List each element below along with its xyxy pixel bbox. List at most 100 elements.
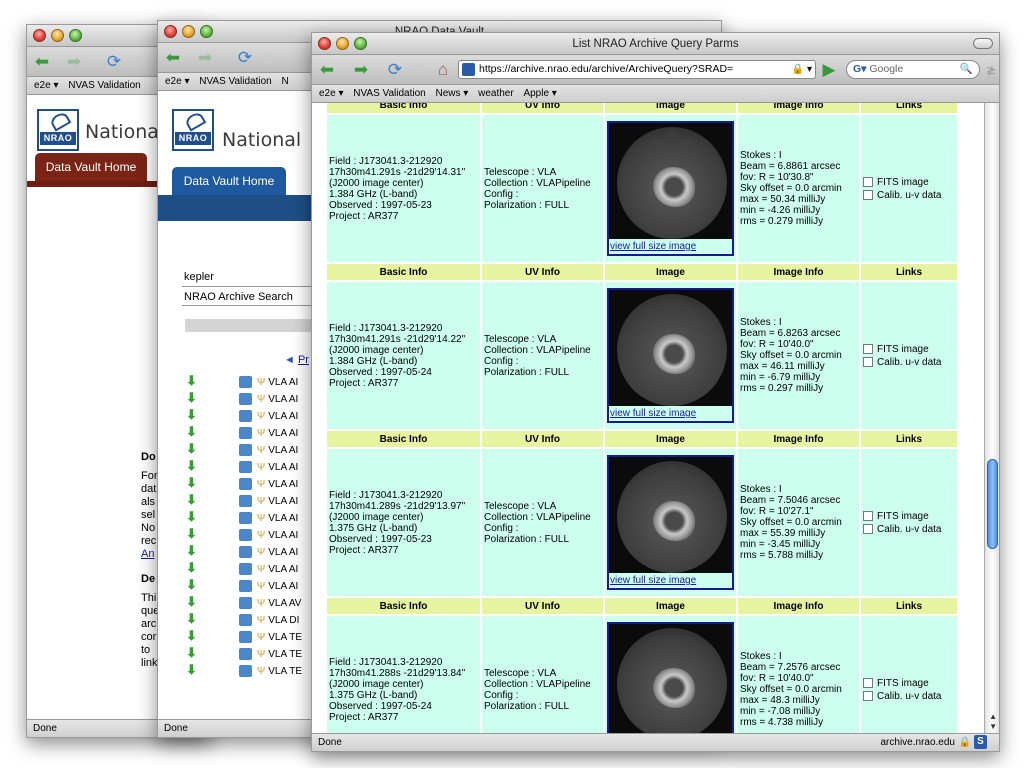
scroll-down-arrow-icon[interactable]: ▼: [989, 722, 997, 731]
calib-uv-option[interactable]: Calib. u-v data: [863, 524, 955, 535]
fits-image-option[interactable]: FITS image: [863, 177, 955, 188]
scrollbar-thumb[interactable]: [987, 459, 998, 549]
address-bar[interactable]: https://archive.nrao.edu/archive/Archive…: [458, 60, 816, 79]
zoom-window-icon[interactable]: [200, 25, 213, 38]
bookmark-news[interactable]: News ▾: [436, 88, 469, 99]
minimize-window-icon[interactable]: [336, 37, 349, 50]
search-box[interactable]: G▾ Google 🔍: [846, 60, 980, 79]
search-type-select[interactable]: NRAO Archive Search: [184, 291, 293, 303]
calib-uv-checkbox[interactable]: [863, 356, 873, 367]
list-item[interactable]: ⬇ Ψ VLA AI: [186, 389, 298, 406]
forward-arrow-icon[interactable]: ➡: [194, 48, 216, 68]
image-info-cell: Stokes : I Beam = 7.5046 arcsec fov: R =…: [738, 449, 859, 596]
list-item[interactable]: ⬇ Ψ VLA AI: [186, 474, 298, 491]
bookmark-e2e[interactable]: e2e ▾: [319, 88, 343, 99]
progress-bar: [185, 319, 318, 332]
list-item[interactable]: ⬇ Ψ VLA AI: [186, 542, 298, 559]
list-item[interactable]: ⬇ Ψ VLA AI: [186, 440, 298, 457]
stop-icon[interactable]: ⊗: [258, 48, 280, 68]
stop-icon[interactable]: ⊗: [408, 60, 430, 80]
close-window-icon[interactable]: [318, 37, 331, 50]
list-item[interactable]: ⬇ Ψ VLA TE: [186, 627, 302, 644]
bookmark-e2e[interactable]: e2e ▾: [34, 80, 58, 91]
fits-image-checkbox[interactable]: [863, 510, 873, 521]
minimize-window-icon[interactable]: [182, 25, 195, 38]
previous-link[interactable]: Pr: [298, 354, 309, 366]
list-item[interactable]: ⬇ Ψ VLA TE: [186, 661, 302, 678]
forward-arrow-icon[interactable]: ➡: [63, 52, 85, 72]
image-thumbnail[interactable]: view full size image: [607, 455, 734, 590]
zoom-window-icon[interactable]: [69, 29, 82, 42]
bookmark-news[interactable]: N: [282, 76, 289, 87]
fits-image-option[interactable]: FITS image: [863, 678, 955, 689]
home-icon[interactable]: ⌂: [432, 60, 454, 80]
calib-uv-option[interactable]: Calib. u-v data: [863, 691, 955, 702]
view-full-size-link[interactable]: view full size image: [609, 406, 732, 421]
list-item[interactable]: ⬇ Ψ VLA AI: [186, 423, 298, 440]
search-magnifier-icon[interactable]: 🔍: [960, 61, 973, 78]
calib-uv-checkbox[interactable]: [863, 189, 873, 200]
calib-uv-checkbox[interactable]: [863, 523, 873, 534]
back-arrow-icon[interactable]: ⬅: [316, 60, 338, 80]
search-input[interactable]: kepler: [184, 271, 214, 283]
image-thumbnail[interactable]: view full size image: [607, 288, 734, 423]
list-item[interactable]: ⬇ Ψ VLA AI: [186, 372, 298, 389]
bookmark-e2e[interactable]: e2e ▾: [165, 76, 189, 87]
reload-icon[interactable]: ⟳: [103, 52, 125, 72]
list-item[interactable]: ⬇ Ψ VLA AI: [186, 576, 298, 593]
header-image-info: Image Info: [738, 598, 859, 614]
list-item[interactable]: ⬇ Ψ VLA AI: [186, 525, 298, 542]
list-item[interactable]: ⬇ Ψ VLA AV: [186, 593, 301, 610]
list-item[interactable]: ⬇ Ψ VLA AI: [186, 508, 298, 525]
close-window-icon[interactable]: [33, 29, 46, 42]
previous-arrow-icon[interactable]: ◄: [284, 354, 295, 366]
view-full-size-link[interactable]: view full size image: [609, 573, 732, 588]
calib-uv-option[interactable]: Calib. u-v data: [863, 190, 955, 201]
back-arrow-icon[interactable]: ⬅: [162, 48, 184, 68]
calib-uv-option[interactable]: Calib. u-v data: [863, 357, 955, 368]
minimize-window-icon[interactable]: [51, 29, 64, 42]
addon-s-icon[interactable]: S: [974, 735, 987, 749]
list-item[interactable]: ⬇ Ψ VLA AI: [186, 491, 298, 508]
stop-icon[interactable]: ⊗: [127, 52, 149, 72]
bookmark-apple[interactable]: Apple ▾: [523, 88, 556, 99]
toolbar-toggle-icon[interactable]: [973, 38, 993, 49]
vertical-scrollbar[interactable]: ▲ ▼: [984, 103, 999, 733]
bookmark-nvas-validation[interactable]: NVAS Validation: [199, 76, 271, 87]
view-full-size-link[interactable]: view full size image: [609, 239, 732, 254]
calib-uv-checkbox[interactable]: [863, 690, 873, 701]
forward-arrow-icon[interactable]: ➡: [350, 60, 372, 80]
bookmark-weather[interactable]: weather: [478, 88, 514, 99]
zoom-window-icon[interactable]: [354, 37, 367, 50]
reload-icon[interactable]: ⟳: [234, 48, 256, 68]
antenna-icon: Ψ: [256, 496, 266, 507]
search-engine-icon[interactable]: G▾: [853, 63, 866, 75]
bookmark-nvas-validation[interactable]: NVAS Validation: [68, 80, 140, 91]
image-thumbnail[interactable]: [607, 622, 734, 733]
browser-window-front[interactable]: List NRAO Archive Query Parms ⬅ ➡ ⟳ ⊗ ⌂ …: [311, 32, 1000, 752]
lock-dropdown-icon[interactable]: 🔒 ▾: [789, 61, 812, 78]
list-item[interactable]: ⬇ Ψ VLA DI: [186, 610, 299, 627]
overflow-icon[interactable]: ≵: [980, 60, 999, 80]
back-arrow-icon[interactable]: ⬅: [31, 52, 53, 72]
fits-image-checkbox[interactable]: [863, 176, 873, 187]
fits-image-option[interactable]: FITS image: [863, 344, 955, 355]
go-arrow-icon[interactable]: ▶: [818, 60, 840, 80]
bookmark-nvas-validation[interactable]: NVAS Validation: [353, 88, 425, 99]
close-window-icon[interactable]: [164, 25, 177, 38]
fits-image-checkbox[interactable]: [863, 343, 873, 354]
fits-image-checkbox[interactable]: [863, 677, 873, 688]
fits-image-option[interactable]: FITS image: [863, 511, 955, 522]
links-cell: FITS image Calib. u-v data: [861, 616, 957, 733]
tab-data-vault-home[interactable]: Data Vault Home: [172, 167, 286, 195]
reload-icon[interactable]: ⟳: [384, 60, 406, 80]
list-item[interactable]: ⬇ Ψ VLA AI: [186, 559, 298, 576]
image-thumbnail[interactable]: view full size image: [607, 121, 734, 256]
list-item[interactable]: ⬇ Ψ VLA AI: [186, 457, 298, 474]
list-item[interactable]: ⬇ Ψ VLA TE: [186, 644, 302, 661]
secure-lock-icon[interactable]: 🔒: [959, 734, 971, 751]
tab-data-vault-home[interactable]: Data Vault Home: [35, 153, 147, 181]
scroll-up-arrow-icon[interactable]: ▲: [989, 712, 997, 721]
list-item[interactable]: ⬇ Ψ VLA AI: [186, 406, 298, 423]
title-bar[interactable]: List NRAO Archive Query Parms: [312, 33, 999, 55]
